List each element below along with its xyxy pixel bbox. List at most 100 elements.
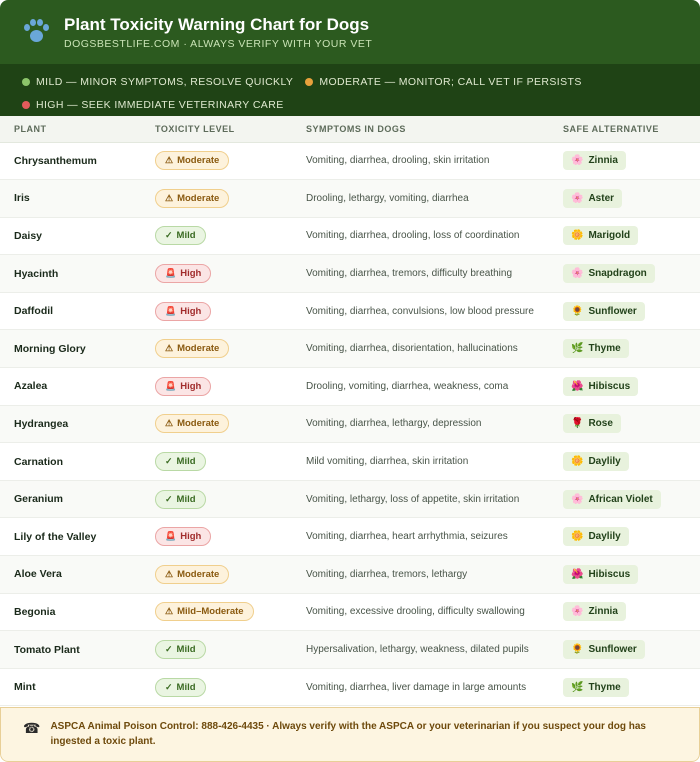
plant-name: Iris — [0, 179, 141, 218]
check-icon: ✓ — [165, 644, 173, 655]
symptoms-text: Vomiting, diarrhea, tremors, lethargy — [292, 555, 549, 594]
alternative-cell: 🌸 Snapdragon — [549, 254, 700, 293]
symptoms-text: Vomiting, diarrhea, drooling, loss of co… — [292, 217, 549, 256]
toxicity-level-label: High — [180, 305, 202, 317]
safe-alternative-label: Hibiscus — [588, 380, 631, 392]
plant-name: Azalea — [0, 367, 141, 406]
flower-icon: 🌸 — [571, 268, 584, 280]
warning-icon: ⚠ — [165, 192, 174, 203]
toxicity-cell: ✓ Mild — [141, 668, 292, 707]
toxicity-level-label: Mild — [176, 681, 196, 693]
header: Plant Toxicity Warning Chart for Dogs DO… — [0, 0, 700, 64]
siren-icon: 🚨 — [165, 305, 177, 316]
toxicity-level-label: Mild — [176, 644, 196, 656]
alternative-cell: 🌸 African Violet — [549, 480, 700, 519]
phone-icon: ☎ — [23, 720, 41, 736]
plant-name: Mint — [0, 668, 141, 707]
flower-icon: 🌻 — [571, 644, 584, 656]
toxicity-badge: ✓ Mild — [155, 489, 206, 509]
column-header-plant: PLANT — [0, 116, 141, 143]
alternative-cell: 🌸 Zinnia — [549, 142, 700, 181]
safe-alternative-pill: 🌼 Daylily — [563, 527, 629, 547]
toxicity-cell: 🚨 High — [141, 254, 292, 293]
flower-icon: 🌹 — [571, 418, 584, 430]
toxicity-cell: ✓ Mild — [141, 442, 292, 481]
alternative-cell: 🌸 Zinnia — [549, 593, 700, 632]
toxicity-level-label: Mild — [176, 230, 196, 242]
page-subtitle: DOGSBESTLIFE.COM · ALWAYS VERIFY WITH YO… — [64, 37, 373, 50]
table-row: Geranium ✓ Mild Vomiting, lethargy, loss of… — [0, 480, 700, 519]
table-row: Lily of the Valley 🚨 High Vomiting, diarrhe… — [0, 517, 700, 557]
safe-alternative-pill: 🌸 Zinnia — [563, 151, 626, 171]
flower-icon: 🌸 — [571, 192, 584, 204]
safe-alternative-pill: 🌺 Hibiscus — [563, 564, 639, 584]
safe-alternative-pill: 🌿 Thyme — [563, 677, 629, 697]
alternative-cell: 🌻 Sunflower — [549, 292, 700, 331]
safe-alternative-pill: 🌼 Marigold — [563, 226, 639, 246]
toxicity-cell: ✓ Mild — [141, 217, 292, 256]
symptoms-text: Vomiting, diarrhea, disorientation, hall… — [292, 329, 549, 369]
toxicity-badge: ✓ Mild — [155, 677, 206, 697]
symptoms-text: Vomiting, excessive drooling, difficulty… — [292, 593, 549, 632]
table-row: Tomato Plant ✓ Mild Hypersalivation, lethar… — [0, 630, 700, 669]
toxicity-badge: 🚨 High — [155, 264, 212, 284]
toxicity-table: PLANT TOXICITY LEVEL SYMPTOMS IN DOGS SA… — [0, 116, 700, 707]
flower-icon: 🌸 — [571, 606, 584, 618]
plant-name: Begonia — [0, 593, 141, 632]
safe-alternative-label: Hibiscus — [588, 568, 631, 580]
flower-icon: 🌼 — [571, 230, 584, 242]
toxicity-cell: 🚨 High — [141, 292, 292, 331]
warning-icon: ⚠ — [165, 418, 174, 429]
table-row: Hydrangea ⚠ Moderate Vomiting, diarrhea, le… — [0, 405, 700, 444]
safe-alternative-label: African Violet — [588, 493, 653, 505]
table-row: Daffodil 🚨 High Vomiting, diarrhea, convuls… — [0, 292, 700, 331]
safe-alternative-label: Daylily — [588, 456, 621, 468]
alternative-cell: 🌹 Rose — [549, 405, 700, 444]
toxicity-level-label: Moderate — [177, 192, 220, 204]
plant-name: Chrysanthemum — [0, 142, 141, 181]
safe-alternative-label: Sunflower — [588, 644, 637, 656]
symptoms-text: Vomiting, diarrhea, lethargy, depression — [292, 405, 549, 444]
legend-label-moderate: MODERATE — MONITOR; CALL VET IF PERSISTS — [319, 76, 582, 88]
toxicity-badge: ⚠ Moderate — [155, 151, 230, 171]
alternative-cell: 🌺 Hibiscus — [549, 555, 700, 594]
plant-name: Lily of the Valley — [0, 517, 141, 557]
toxicity-cell: 🚨 High — [141, 517, 292, 557]
flower-icon: 🌿 — [571, 343, 584, 355]
safe-alternative-pill: 🌸 Snapdragon — [563, 264, 655, 284]
legend-label-mild: MILD — MINOR SYMPTOMS, RESOLVE QUICKLY — [36, 76, 294, 88]
toxicity-badge: ✓ Mild — [155, 452, 206, 472]
safe-alternative-label: Thyme — [588, 681, 621, 693]
high-dot-icon — [22, 101, 30, 109]
table-row: Iris ⚠ Moderate Drooling, lethargy, vomitin… — [0, 179, 700, 218]
check-icon: ✓ — [165, 456, 173, 467]
toxicity-level-label: Moderate — [177, 418, 220, 430]
symptoms-text: Mild vomiting, diarrhea, skin irritation — [292, 442, 549, 481]
safe-alternative-pill: 🌺 Hibiscus — [563, 376, 639, 396]
toxicity-level-label: Moderate — [177, 568, 220, 580]
safe-alternative-label: Marigold — [588, 230, 631, 242]
flower-icon: 🌺 — [571, 380, 584, 392]
alternative-cell: 🌼 Daylily — [549, 517, 700, 557]
poison-control-footer: ☎ ASPCA Animal Poison Control: 888-426-4… — [0, 707, 700, 762]
toxicity-level-label: Moderate — [177, 343, 220, 355]
safe-alternative-pill: 🌻 Sunflower — [563, 640, 645, 660]
symptoms-text: Drooling, lethargy, vomiting, diarrhea — [292, 179, 549, 218]
plant-name: Morning Glory — [0, 329, 141, 369]
toxicity-chart-card: Plant Toxicity Warning Chart for Dogs DO… — [0, 0, 700, 762]
alternative-cell: 🌻 Sunflower — [549, 630, 700, 669]
toxicity-cell: ⚠ Moderate — [141, 329, 292, 369]
column-header-symptoms: SYMPTOMS IN DOGS — [292, 116, 549, 143]
alternative-cell: 🌼 Marigold — [549, 217, 700, 256]
flower-icon: 🌸 — [571, 493, 584, 505]
legend-label-high: HIGH — SEEK IMMEDIATE VETERINARY CARE — [36, 99, 284, 111]
plant-name: Geranium — [0, 480, 141, 519]
safe-alternative-label: Sunflower — [588, 305, 637, 317]
table-row: Daisy ✓ Mild Vomiting, diarrhea, drooling, … — [0, 217, 700, 256]
paw-icon — [22, 18, 50, 46]
plant-name: Aloe Vera — [0, 555, 141, 594]
safe-alternative-pill: 🌸 Zinnia — [563, 602, 626, 622]
table-body: Chrysanthemum ⚠ Moderate Vomiting, diarrhea… — [0, 142, 700, 707]
toxicity-cell: ⚠ Moderate — [141, 405, 292, 444]
symptoms-text: Vomiting, diarrhea, drooling, skin irrit… — [292, 142, 549, 181]
